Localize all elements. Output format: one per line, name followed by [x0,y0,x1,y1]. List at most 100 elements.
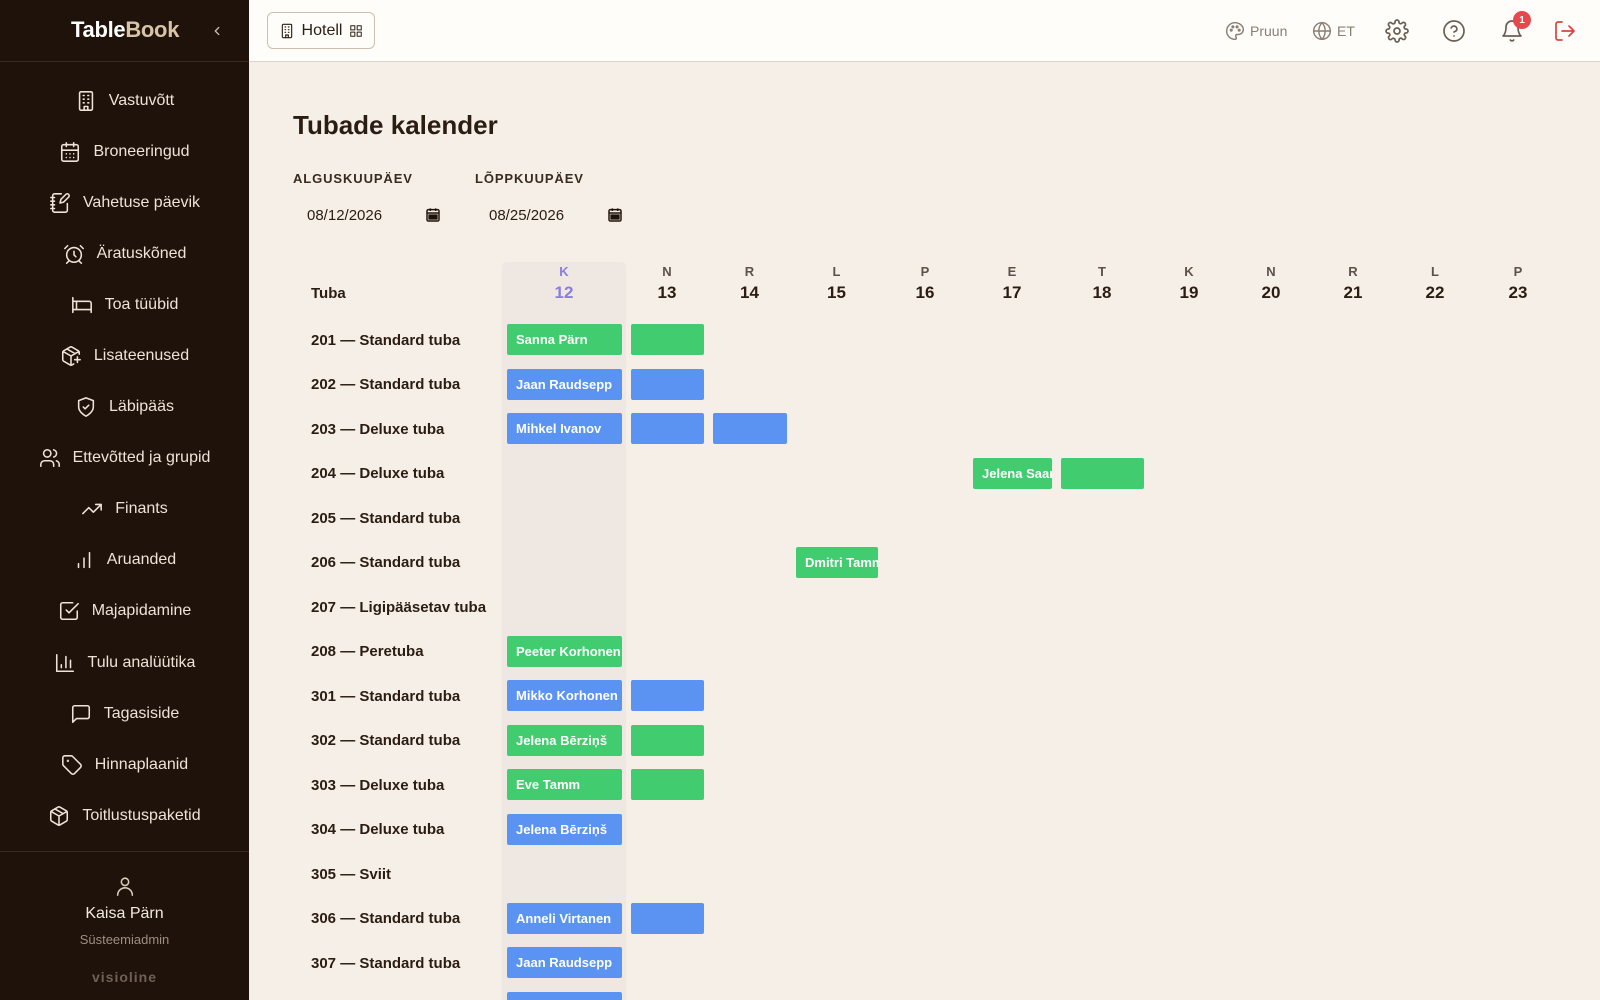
booking-bar[interactable]: Dmitri Tamm [796,546,878,578]
sidebar-item-11[interactable]: Tulu analüütika [0,637,249,688]
room-row-label[interactable]: 206 — Standard tuba [311,541,460,585]
booking-bar-continuation[interactable] [713,413,787,444]
booking-bar-continuation[interactable] [631,324,704,355]
day-header: L 15 [792,264,882,303]
sidebar-item-0[interactable]: Vastuvõtt [0,75,249,126]
booking-bar[interactable]: Jelena Bērziņš [507,813,622,845]
booking-bar-continuation[interactable] [631,368,704,400]
room-row-label[interactable]: 303 — Deluxe tuba [311,763,444,807]
bar-chart-icon [73,549,95,571]
booking-bar[interactable]: Peeter Korhonen [507,635,622,667]
language-switcher[interactable]: ET [1312,19,1355,43]
sidebar-item-10[interactable]: Majapidamine [0,586,249,637]
calendar-icon[interactable] [607,207,623,223]
booking-bar-continuation[interactable] [631,413,704,444]
day-number: 18 [1092,283,1112,302]
booking-bar-continuation[interactable] [631,902,704,934]
day-of-week: T [1098,264,1106,279]
sidebar-item-3[interactable]: Äratuskõned [0,228,249,279]
day-header: R 21 [1308,264,1398,303]
users-icon [39,447,61,469]
app-logo[interactable]: TableBook [71,17,179,43]
booking-bar[interactable]: Mikko Korhonen [507,680,622,711]
user-icon[interactable] [114,874,136,898]
palette-icon [1226,21,1245,41]
room-row-label[interactable]: 306 — Standard tuba [311,897,460,941]
building-icon [75,90,97,112]
sidebar-item-7[interactable]: Ettevõtted ja grupid [0,433,249,484]
sidebar-item-5[interactable]: Lisateenused [0,330,249,381]
room-row-label[interactable]: 305 — Sviit [311,852,391,896]
end-date-label: LÕPPKUUPÄEV [475,171,584,186]
booking-bar-continuation[interactable] [631,680,704,711]
booking-bar[interactable]: Jelena Saar [973,457,1052,489]
day-of-week: K [1184,264,1194,279]
day-number: 19 [1179,283,1199,302]
booking-bar-continuation[interactable] [631,769,704,800]
user-role: Süsteemiadmin [79,932,170,947]
grid-icon [350,24,363,37]
sidebar-item-6[interactable]: Läbipääs [0,382,249,433]
booking-bar[interactable]: Eve Tamm [507,769,622,800]
day-header: P 23 [1473,264,1563,303]
day-header: N 13 [622,264,712,303]
booking-bar[interactable]: Mihkel Ivanov [507,413,622,444]
room-row-label[interactable]: 201 — Standard tuba [311,318,460,362]
booking-bar-continuation[interactable] [631,724,704,756]
sidebar-item-13[interactable]: Hinnaplaanid [0,739,249,790]
sidebar-item-12[interactable]: Tagasiside [0,688,249,739]
day-number: 17 [1002,283,1022,302]
day-header: P 16 [880,264,970,303]
settings-button[interactable] [1385,19,1409,43]
sidebar-item-8[interactable]: Finants [0,484,249,535]
room-row-label[interactable]: 203 — Deluxe tuba [311,407,444,451]
day-header: N 20 [1226,264,1316,303]
help-button[interactable] [1442,19,1466,43]
sidebar-item-label: Finants [115,500,168,518]
sidebar-item-label: Vahetuse päevik [82,193,201,211]
room-row-label[interactable]: 205 — Standard tuba [311,496,460,540]
booking-bar[interactable]: Jaan Raudsepp [507,368,622,400]
day-of-week: N [1266,264,1276,279]
room-row-label[interactable]: 208 — Peretuba [311,630,424,674]
alarm-clock-icon [63,243,85,265]
day-of-week: N [662,264,672,279]
day-header: E 17 [967,264,1057,303]
sidebar: TableBook Vastuvõtt Broneeringud Vahetuse … [0,0,249,1000]
booking-bar[interactable] [507,991,622,1000]
booking-bar-continuation[interactable] [1061,457,1144,489]
booking-bar[interactable]: Jaan Raudsepp [507,947,622,978]
calendar-icon[interactable] [425,207,441,223]
day-number: 15 [827,283,846,302]
room-row-label[interactable]: 207 — Ligipääsetav tuba [311,585,486,629]
room-row-label[interactable]: 307 — Standard tuba [311,941,460,985]
sidebar-item-1[interactable]: Broneeringud [0,126,249,177]
footer-brand: visioline [91,969,158,985]
booking-bar[interactable]: Anneli Virtanen [507,902,622,934]
sidebar-item-14[interactable]: Toitlustuspaketid [0,790,249,841]
trending-up-icon [81,498,103,520]
day-number: 14 [740,283,759,302]
collapse-sidebar-button[interactable] [207,20,227,42]
language-label: ET [1337,23,1355,39]
sidebar-item-4[interactable]: Toa tüübid [0,279,249,330]
theme-switcher[interactable]: Pruun [1225,19,1287,43]
room-row-label[interactable]: 302 — Standard tuba [311,719,460,763]
hotel-switcher-button[interactable]: Hotell [267,12,375,49]
room-row-label[interactable]: 304 — Deluxe tuba [311,808,444,852]
start-date-input[interactable]: 08/12/2026 [293,198,443,232]
day-number: 20 [1261,283,1281,302]
sidebar-item-2[interactable]: Vahetuse päevik [0,177,249,228]
room-row-label[interactable]: 204 — Deluxe tuba [311,452,444,496]
page-title: Tubade kalender [293,110,498,140]
sidebar-item-9[interactable]: Aruanded [0,535,249,586]
chart-axis-icon [54,652,76,674]
booking-bar[interactable]: Sanna Pärn [507,324,622,355]
sidebar-item-label: Hinnaplaanid [94,755,189,773]
room-row-label[interactable]: 202 — Standard tuba [311,363,460,407]
end-date-input[interactable]: 08/25/2026 [475,198,625,232]
day-number: 21 [1343,283,1363,302]
room-row-label[interactable]: 301 — Standard tuba [311,674,460,718]
logout-button[interactable] [1553,19,1577,43]
booking-bar[interactable]: Jelena Bērziņš [507,724,622,756]
